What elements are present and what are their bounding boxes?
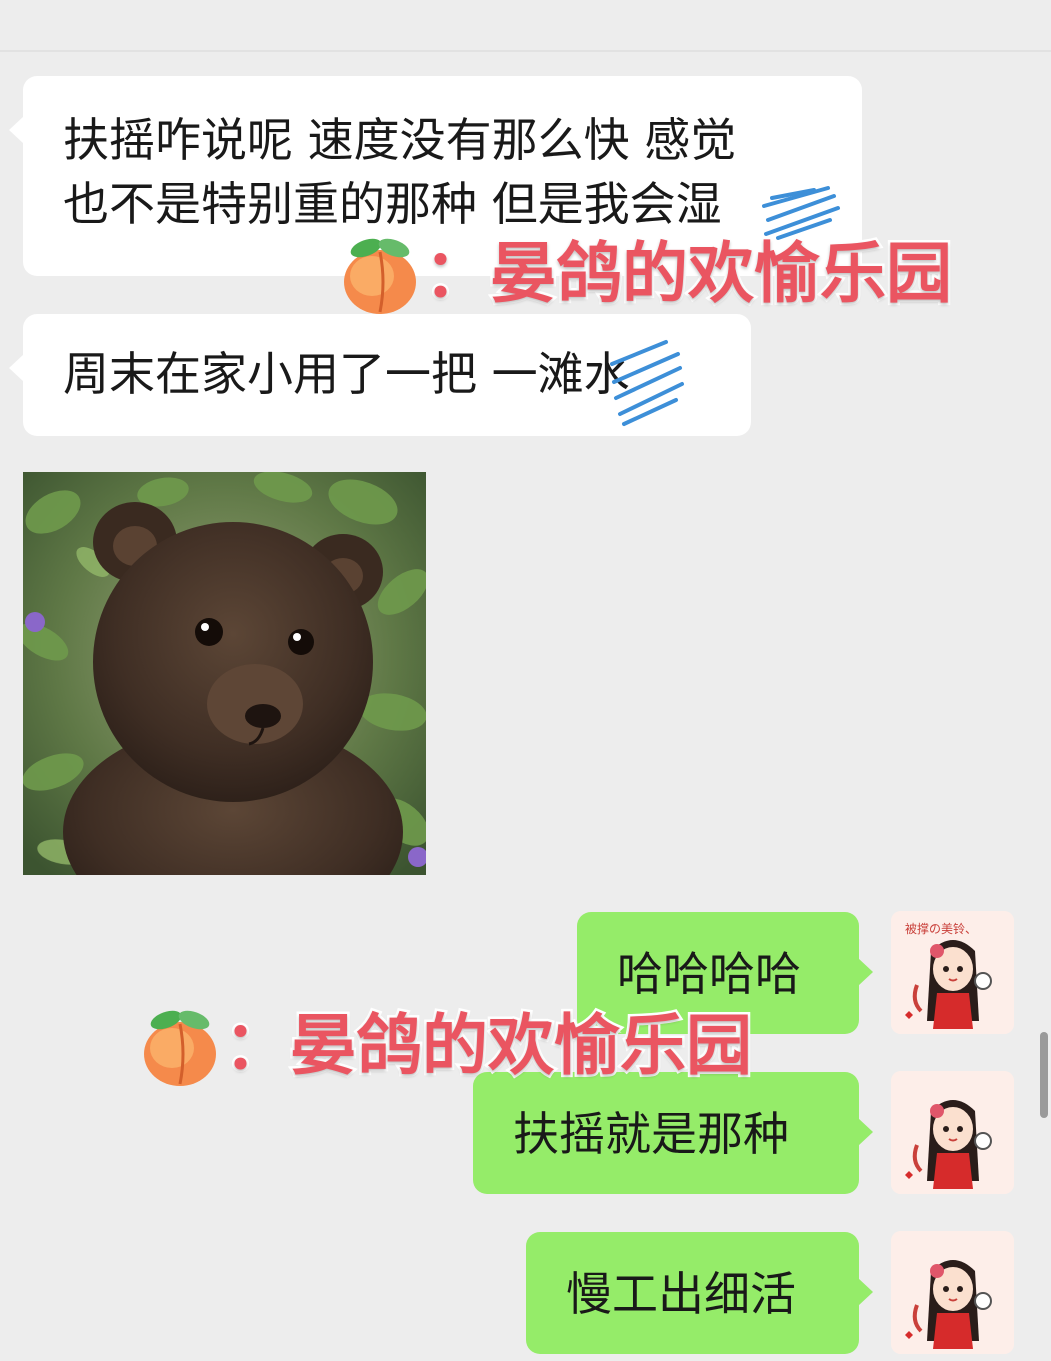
message-line: 扶摇咋说呢 速度没有那么快 感觉 [63,113,737,167]
watermark-text: ：晏鸽的欢愉乐园 [422,233,955,315]
message-line: 也不是特别重的那种 但是我会湿 [63,177,722,231]
message-line: 慢工出细活 [566,1267,796,1321]
avatar[interactable] [891,1231,1014,1354]
incoming-message-bubble[interactable]: 周末在家小用了一把 一滩水 [9,314,751,436]
top-cropped-strip [0,0,1051,52]
message-line: 哈哈哈哈 [617,947,801,1001]
avatar[interactable]: 被撑の美铃、 [891,911,1014,1034]
anime-girl-avatar-icon [891,1071,1014,1194]
outgoing-message-bubble[interactable]: 扶摇就是那种 [473,1072,873,1194]
puppy-photo-message[interactable] [23,472,426,875]
outgoing-message-bubble[interactable]: 慢工出细活 [526,1232,873,1354]
avatar[interactable] [891,1071,1014,1194]
message-line: 扶摇就是那种 [513,1107,789,1161]
anime-girl-avatar-icon: 被撑の美铃、 [891,911,1014,1034]
avatar-caption: 被撑の美铃、 [905,921,977,936]
scrollbar-thumb[interactable] [1040,1032,1048,1118]
peach-emoji-icon [144,1010,216,1086]
anime-girl-avatar-icon [891,1231,1014,1354]
peach-emoji-icon [344,238,416,314]
watermark-text: ：晏鸽的欢愉乐园 [222,1005,755,1087]
message-line: 周末在家小用了一把 一滩水 [63,347,630,401]
puppy-photo [23,472,426,875]
